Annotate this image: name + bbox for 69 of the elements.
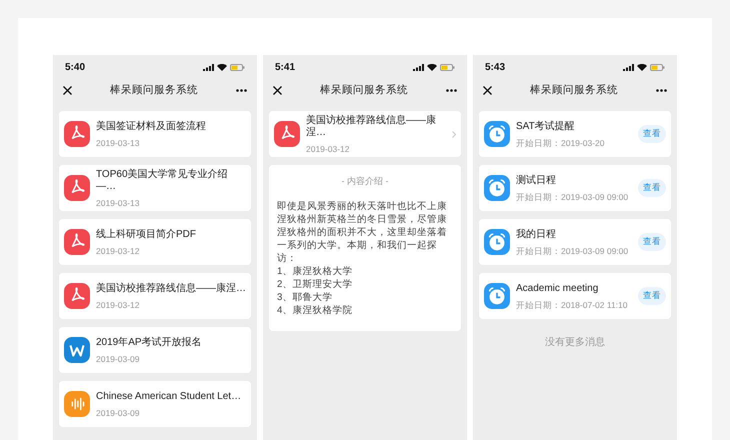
- signal-icon: [413, 64, 424, 70]
- file-card[interactable]: 线上科研项目简介PDF 2019-03-12: [59, 219, 251, 265]
- wifi-icon: [217, 64, 227, 70]
- wifi-icon: [637, 64, 647, 70]
- file-card[interactable]: TOP60美国大学常见专业介绍—… 2019-03-13: [59, 165, 251, 211]
- more-icon[interactable]: [446, 88, 457, 92]
- more-icon[interactable]: [656, 88, 667, 92]
- file-card[interactable]: Chinese American Student Let… 2019-03-09: [59, 381, 251, 427]
- school-list-item: 2、卫斯理安大学: [277, 278, 354, 291]
- file-card[interactable]: 美国访校推荐路线信息——康涅… 2019-03-12: [59, 273, 251, 319]
- file-card[interactable]: 美国访校推荐路线信息——康涅… 2019-03-12: [269, 111, 461, 157]
- close-icon[interactable]: [273, 86, 282, 94]
- school-list-item: 1、康涅狄格大学: [277, 265, 354, 278]
- file-date: 2019-03-12: [96, 300, 140, 310]
- status-time: 5:43: [485, 62, 506, 72]
- file-date: 2019-03-13: [96, 138, 140, 148]
- file-date: 2019-03-09: [96, 354, 140, 364]
- file-name: 美国访校推荐路线信息——康涅…: [306, 114, 437, 138]
- page-title: 棒呆顾问服务系统: [110, 83, 198, 97]
- more-icon[interactable]: [236, 88, 247, 92]
- battery-icon: [230, 64, 245, 70]
- reminder-title: SAT考试提醒: [516, 120, 576, 132]
- file-date: 2019-03-09: [96, 408, 140, 418]
- school-list-item: 4、康涅狄格学院: [277, 304, 354, 317]
- wifi-icon: [427, 64, 437, 70]
- file-name: 美国签证材料及面签流程: [96, 120, 207, 132]
- file-name: 线上科研项目简介PDF: [96, 228, 197, 240]
- alarm-clock-icon: [484, 121, 510, 147]
- file-card[interactable]: 2019年AP考试开放报名 2019-03-09: [59, 327, 251, 373]
- file-name: 2019年AP考试开放报名: [96, 336, 203, 348]
- pdf-file-icon: [64, 175, 90, 201]
- file-name: 美国访校推荐路线信息——康涅…: [96, 282, 246, 294]
- file-date: 2019-03-13: [96, 198, 140, 208]
- file-date: 2019-03-12: [96, 246, 140, 256]
- file-name: TOP60美国大学常见专业介绍—…: [96, 168, 228, 192]
- reminder-title: Academic meeting: [516, 282, 600, 294]
- reminder-start-date: 开始日期：2019-03-09 09:00: [516, 246, 630, 256]
- battery-icon: [650, 64, 665, 70]
- reminder-start-date: 开始日期：2019-03-09 09:00: [516, 192, 630, 202]
- pdf-file-icon: [64, 283, 90, 309]
- page-title: 棒呆顾问服务系统: [320, 83, 408, 97]
- close-icon[interactable]: [63, 86, 72, 94]
- alarm-clock-icon: [484, 283, 510, 309]
- file-name: Chinese American Student Let…: [96, 390, 242, 402]
- word-file-icon: [64, 337, 90, 363]
- signal-icon: [203, 64, 214, 70]
- pdf-file-icon: [64, 229, 90, 255]
- chevron-icon: [452, 130, 456, 138]
- reminder-title: 测试日程: [516, 174, 557, 186]
- file-card[interactable]: 美国签证材料及面签流程 2019-03-13: [59, 111, 251, 157]
- reminder-start-date: 开始日期：2018-07-02 11:10: [516, 300, 628, 310]
- battery-icon: [440, 64, 455, 70]
- status-time: 5:41: [275, 62, 296, 72]
- status-time: 5:40: [65, 62, 86, 72]
- file-date: 2019-03-12: [306, 144, 350, 154]
- intro-title: - 内容介绍 -: [340, 175, 390, 188]
- no-more-messages: 没有更多消息: [544, 336, 606, 349]
- audio-file-icon: [64, 391, 90, 417]
- page-title: 棒呆顾问服务系统: [530, 83, 618, 97]
- reminder-start-date: 开始日期：2019-03-20: [516, 138, 606, 148]
- alarm-clock-icon: [484, 229, 510, 255]
- signal-icon: [623, 64, 634, 70]
- close-icon[interactable]: [483, 86, 492, 94]
- alarm-clock-icon: [484, 175, 510, 201]
- reminder-title: 我的日程: [516, 228, 557, 240]
- intro-paragraph: 即使是风景秀丽的秋天落叶也比不上康涅狄格州新英格兰的冬日雪景，尽管康涅狄格州的面积并不大，这里却坐落着一系列的大学。本期，和我们一起探访：: [277, 200, 448, 265]
- school-list-item: 3、耶鲁大学: [277, 291, 334, 304]
- pdf-file-icon: [274, 121, 300, 147]
- pdf-file-icon: [64, 121, 90, 147]
